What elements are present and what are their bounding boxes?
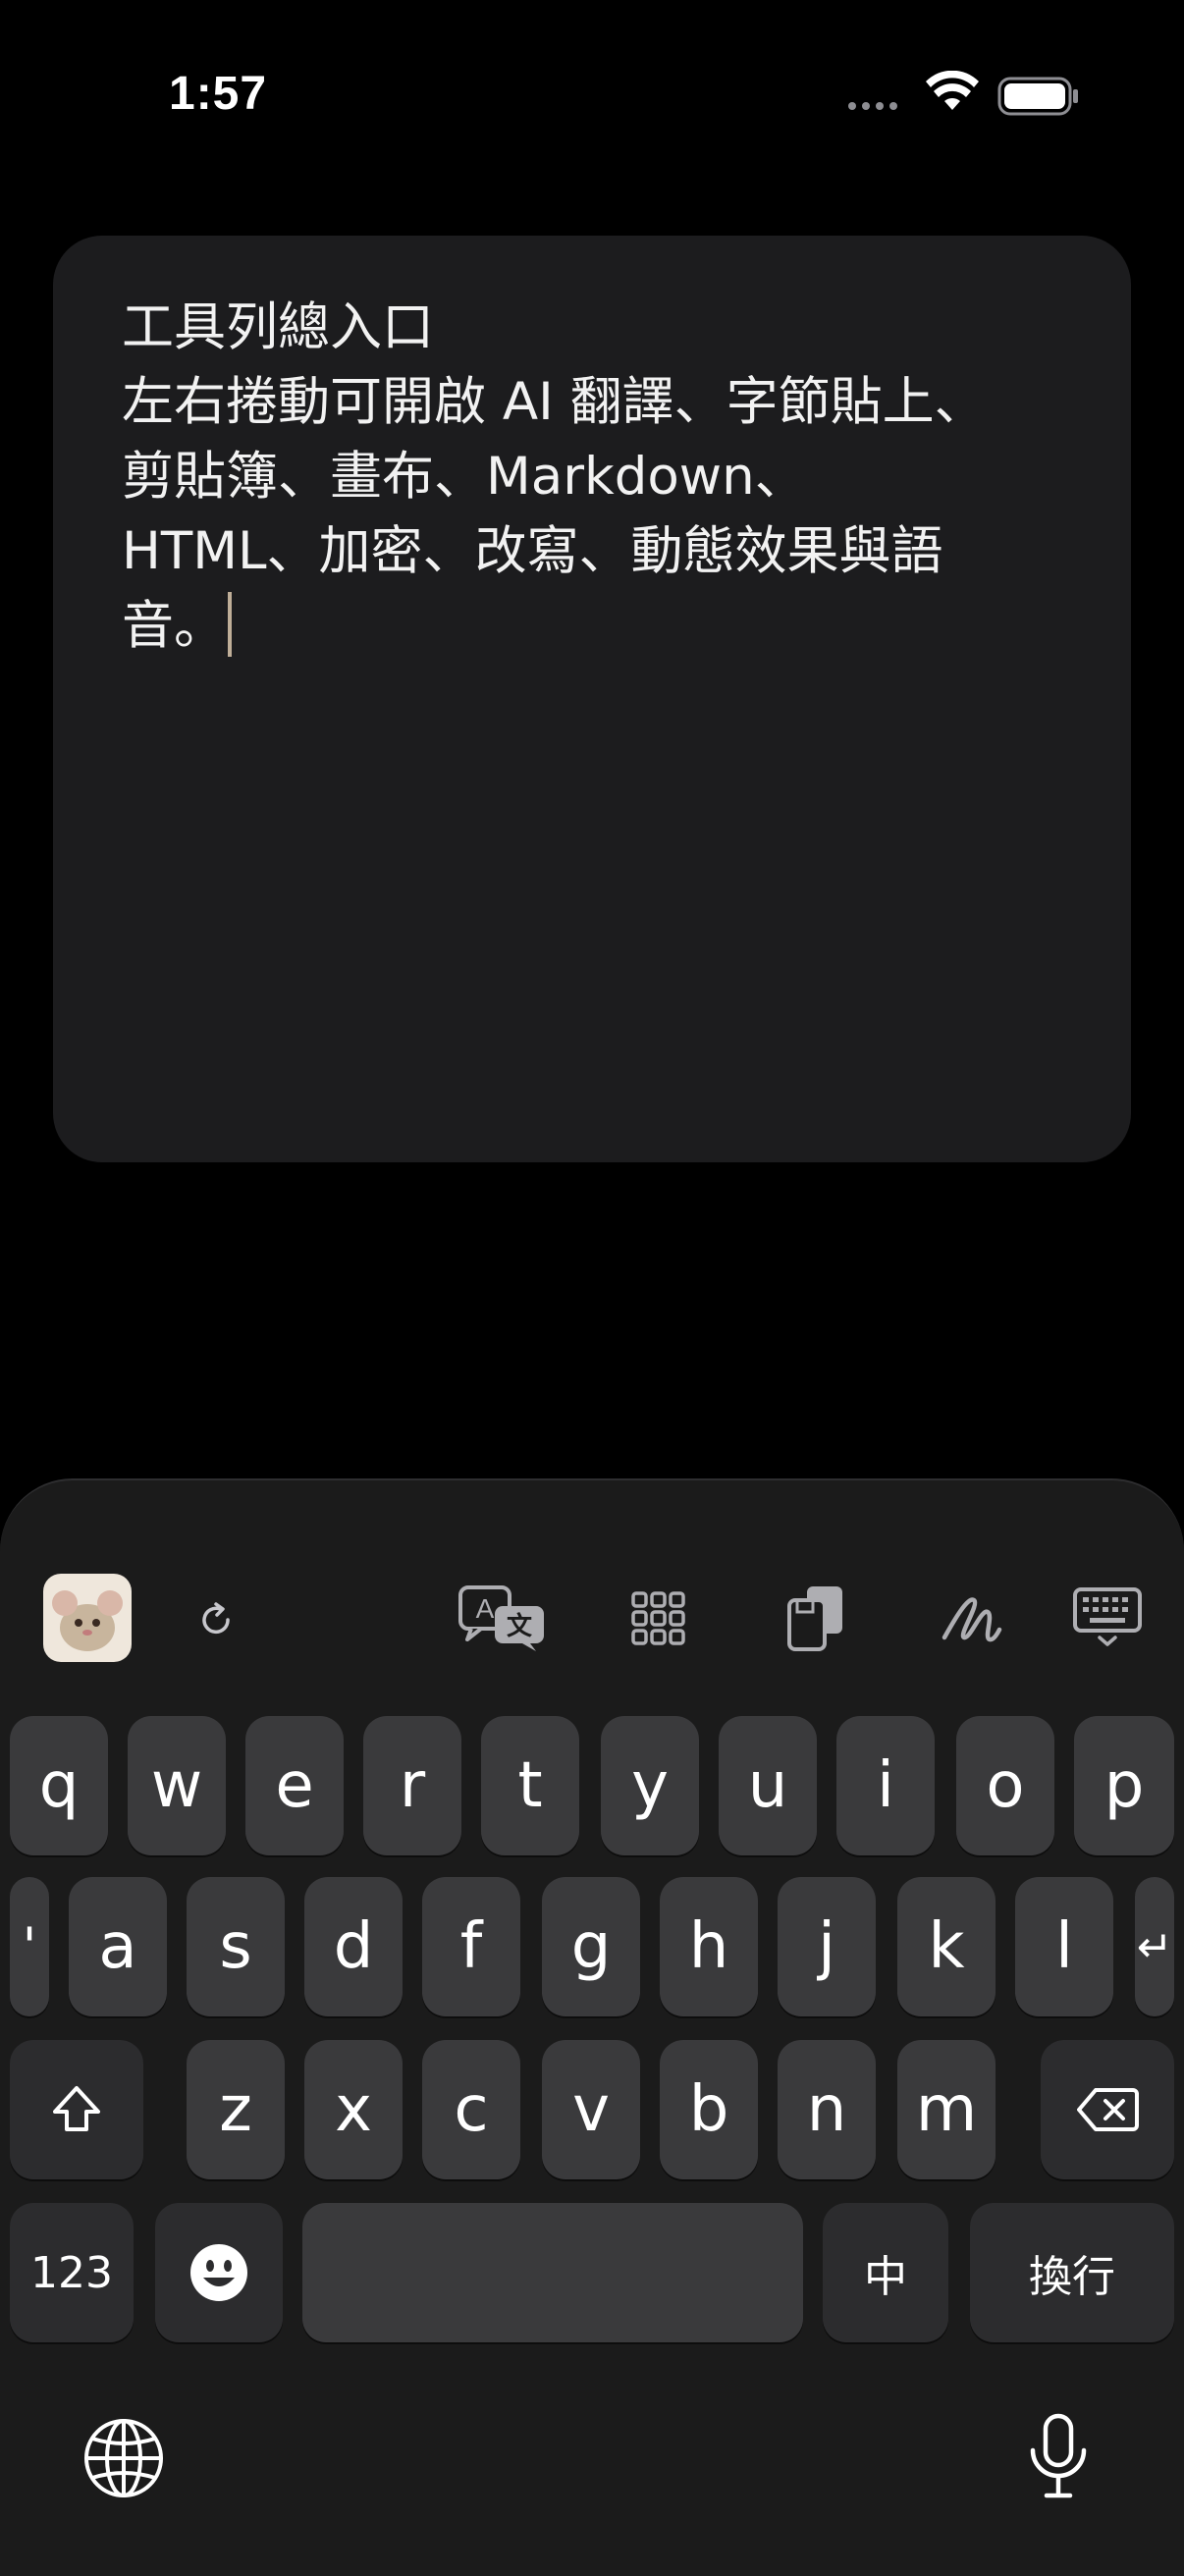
shift-icon — [53, 2086, 100, 2131]
translate-icon[interactable]: A 文 — [457, 1584, 548, 1653]
grid-icon[interactable] — [630, 1590, 687, 1647]
wifi-icon — [926, 71, 979, 110]
key-t[interactable]: t — [481, 1716, 579, 1855]
key-g[interactable]: g — [542, 1877, 640, 2016]
keyboard: A 文 q w e r t y u i o p ' a s d f g h j … — [0, 1478, 1184, 2576]
shift-key[interactable] — [10, 2040, 143, 2179]
key-n[interactable]: n — [778, 2040, 876, 2179]
key-i[interactable]: i — [836, 1716, 935, 1855]
language-key[interactable]: 中 — [823, 2203, 948, 2342]
key-r[interactable]: r — [363, 1716, 461, 1855]
key-enter-mini[interactable]: ↵ — [1135, 1877, 1174, 2016]
key-p[interactable]: p — [1074, 1716, 1174, 1855]
text-caret — [228, 592, 232, 657]
key-v[interactable]: v — [542, 2040, 640, 2179]
microphone-icon[interactable] — [1027, 2413, 1090, 2501]
keyboard-dismiss-icon[interactable] — [1072, 1586, 1143, 1647]
emoji-icon — [190, 2244, 247, 2301]
status-time: 1:57 — [169, 68, 268, 120]
space-key[interactable] — [302, 2203, 803, 2342]
svg-text:A: A — [476, 1593, 495, 1624]
editor-text[interactable]: 工具列總入口 左右捲動可開啟 AI 翻譯、字節貼上、 剪貼簿、畫布、Markdo… — [122, 297, 987, 656]
key-x[interactable]: x — [304, 2040, 403, 2179]
key-d[interactable]: d — [304, 1877, 403, 2016]
backspace-key[interactable] — [1041, 2040, 1174, 2179]
key-j[interactable]: j — [778, 1877, 876, 2016]
svg-text:文: 文 — [507, 1611, 533, 1641]
key-s[interactable]: s — [187, 1877, 285, 2016]
clipboard-icon[interactable] — [785, 1583, 846, 1653]
key-l[interactable]: l — [1015, 1877, 1113, 2016]
key-apostrophe[interactable]: ' — [10, 1877, 49, 2016]
key-h[interactable]: h — [660, 1877, 758, 2016]
key-f[interactable]: f — [422, 1877, 520, 2016]
emoji-key[interactable] — [155, 2203, 283, 2342]
key-u[interactable]: u — [719, 1716, 817, 1855]
backspace-icon — [1077, 2088, 1139, 2131]
key-y[interactable]: y — [601, 1716, 699, 1855]
signal-dots-icon — [848, 102, 897, 110]
app-icon[interactable] — [43, 1574, 132, 1662]
battery-icon — [997, 77, 1078, 116]
numbers-key[interactable]: 123 — [10, 2203, 134, 2342]
key-q[interactable]: q — [10, 1716, 108, 1855]
refresh-icon[interactable] — [196, 1600, 238, 1641]
handwriting-icon[interactable] — [941, 1590, 1003, 1645]
key-m[interactable]: m — [897, 2040, 996, 2179]
key-b[interactable]: b — [660, 2040, 758, 2179]
key-e[interactable]: e — [245, 1716, 344, 1855]
key-a[interactable]: a — [69, 1877, 167, 2016]
key-o[interactable]: o — [956, 1716, 1054, 1855]
key-w[interactable]: w — [128, 1716, 226, 1855]
globe-icon[interactable] — [82, 2417, 165, 2499]
key-k[interactable]: k — [897, 1877, 996, 2016]
key-z[interactable]: z — [187, 2040, 285, 2179]
key-c[interactable]: c — [422, 2040, 520, 2179]
text-editor[interactable]: 工具列總入口 左右捲動可開啟 AI 翻譯、字節貼上、 剪貼簿、畫布、Markdo… — [53, 236, 1131, 1162]
return-key[interactable]: 換行 — [970, 2203, 1174, 2342]
